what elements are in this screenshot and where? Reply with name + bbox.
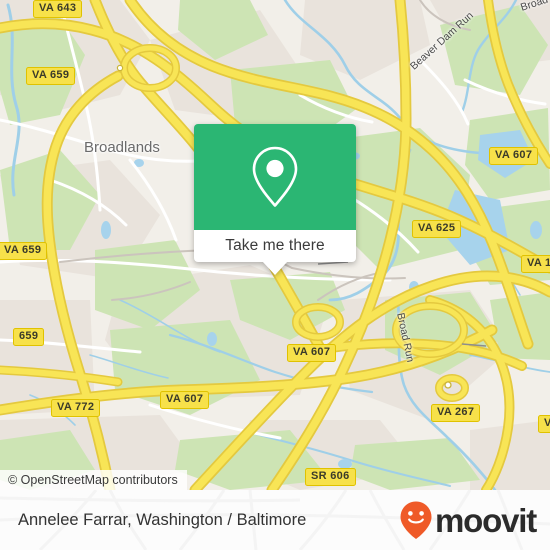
callout-header: [194, 124, 356, 230]
moovit-wordmark: moovit: [435, 501, 537, 539]
road-shield[interactable]: VA 659: [0, 242, 48, 261]
road-shield[interactable]: VA 659: [26, 67, 76, 86]
moovit-place-card-screenshot: VA 643 VA 659 VA 607 VA 625 VA 659 VA 10…: [0, 0, 550, 550]
road-shield[interactable]: VA 607: [489, 147, 539, 166]
road-shield[interactable]: VA 643: [33, 0, 83, 19]
take-me-there-label: Take me there: [225, 237, 325, 254]
road-shield[interactable]: VA 607: [160, 391, 210, 410]
page-title: Annelee Farrar, Washington / Baltimore: [18, 510, 307, 529]
road-shield[interactable]: VA 1: [538, 415, 550, 434]
place-label-broadlands: Broadlands: [84, 139, 160, 156]
road-shield[interactable]: 659: [13, 328, 45, 347]
road-shield[interactable]: VA 267: [431, 404, 481, 423]
take-me-there-button[interactable]: Take me there: [194, 230, 356, 262]
moovit-pin-icon: [400, 501, 432, 539]
map-pin-icon: [252, 146, 298, 207]
road-shield[interactable]: SR 606: [305, 468, 356, 487]
footer-bar: Annelee Farrar, Washington / Baltimore m…: [0, 490, 550, 550]
moovit-logo[interactable]: moovit: [399, 500, 537, 540]
map-attribution-label: © OpenStreetMap contributors: [8, 473, 178, 487]
road-shield[interactable]: VA 607: [287, 344, 337, 363]
road-shield[interactable]: VA 625: [412, 220, 462, 239]
road-shield[interactable]: VA 10: [521, 255, 550, 274]
road-shield[interactable]: VA 772: [51, 399, 101, 418]
map-canvas[interactable]: VA 643 VA 659 VA 607 VA 625 VA 659 VA 10…: [0, 0, 550, 490]
map-attribution[interactable]: © OpenStreetMap contributors: [0, 470, 187, 490]
callout-tail: [262, 261, 288, 275]
place-callout-card[interactable]: Take me there: [194, 124, 356, 275]
